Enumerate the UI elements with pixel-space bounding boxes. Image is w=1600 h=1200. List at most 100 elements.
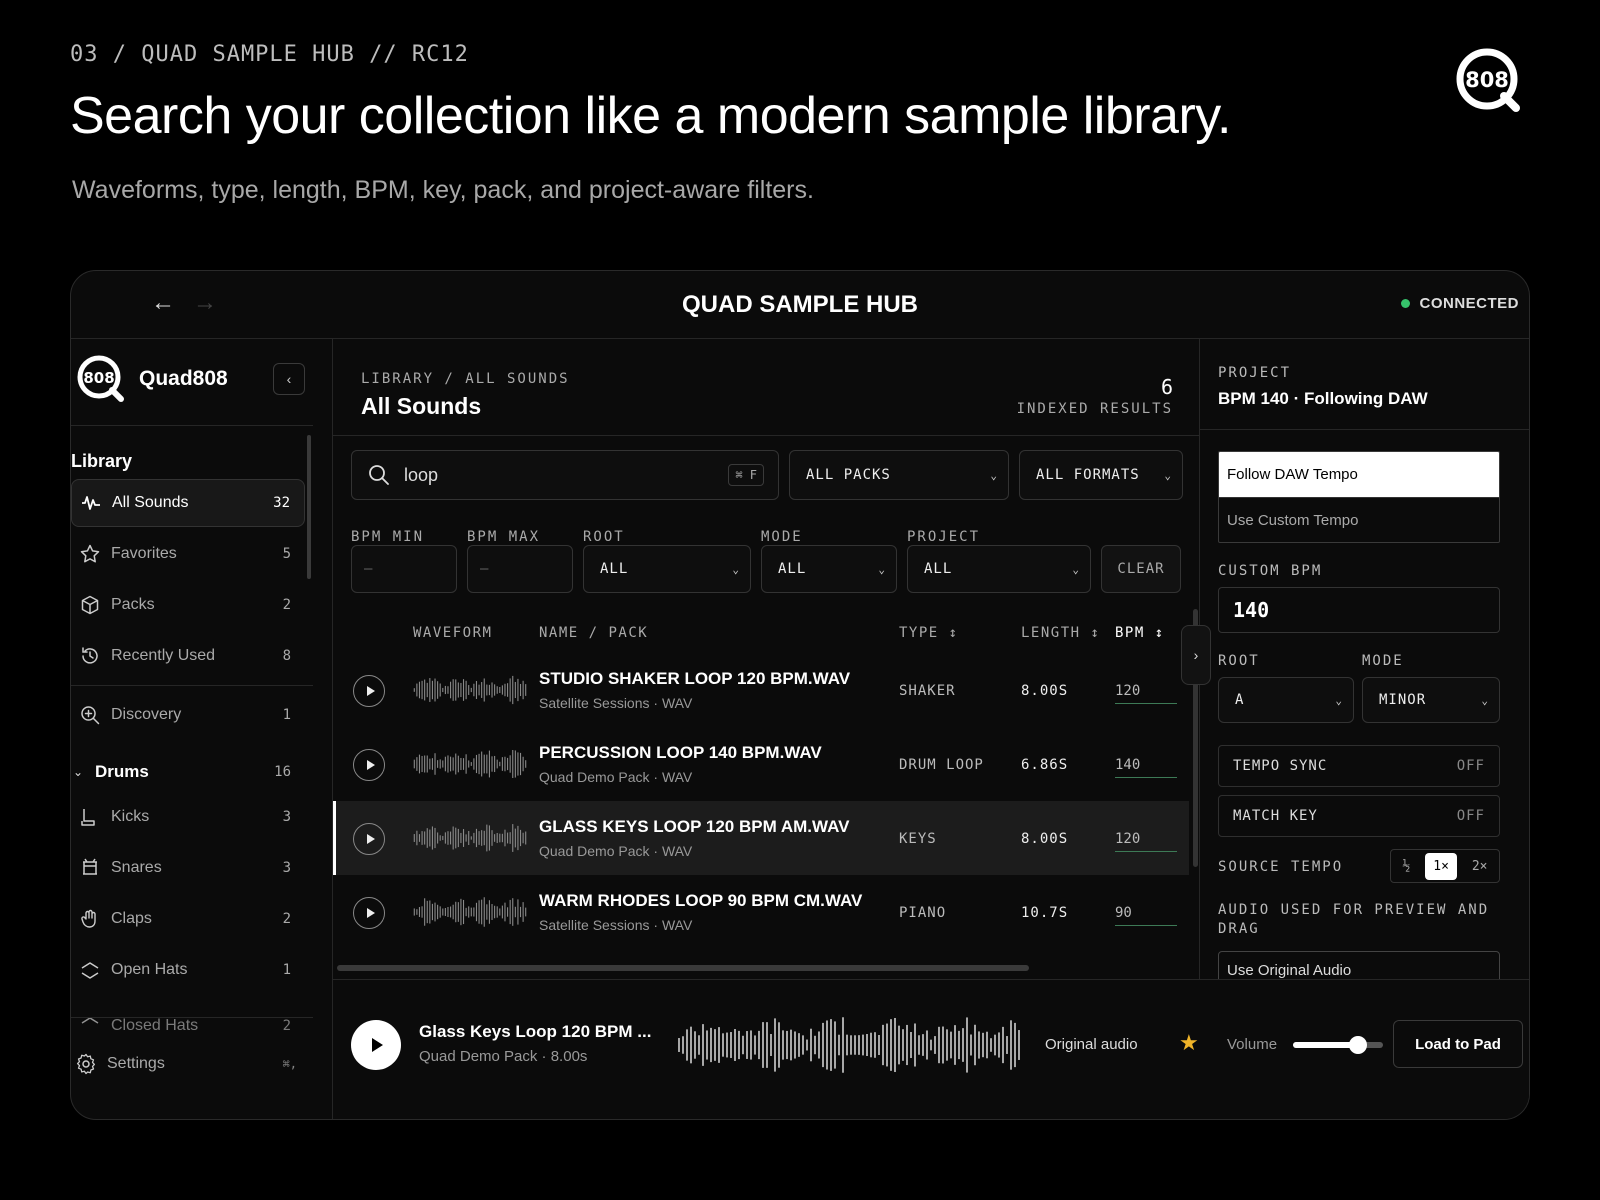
packs-select[interactable]: ALL PACKS ⌄ [789,450,1009,500]
closed-hat-icon [79,1012,101,1033]
settings-label: Settings [107,1055,165,1072]
follow-daw-tempo-option[interactable]: Follow DAW Tempo [1219,452,1499,497]
settings-button[interactable]: Settings ⌘, [75,1049,305,1079]
play-button[interactable] [353,675,385,707]
table-row-selected[interactable]: GLASS KEYS LOOP 120 BPM AM.WAV Quad Demo… [333,801,1189,875]
column-header-name: NAME / PACK [539,625,649,641]
key-mode-select[interactable]: MINOR ⌄ [1362,677,1500,723]
sidebar-item-count: 3 [282,809,291,825]
volume-knob[interactable] [1348,1036,1367,1054]
hand-icon [79,908,101,930]
open-hat-icon [79,959,101,981]
zoom-icon [79,704,101,726]
project-label: PROJECT [1218,365,1292,381]
collapse-sidebar-button[interactable]: ‹ [273,363,305,395]
project-select[interactable]: ALL ⌄ [907,545,1091,593]
sidebar-item-label: Open Hats [111,961,188,978]
custom-bpm-input[interactable]: 140 [1218,587,1500,633]
sidebar-item-count: 8 [282,648,291,664]
now-playing-subtitle: Quad Demo Pack · 8.00s [419,1048,588,1065]
waveform-thumbnail [413,897,527,927]
search-query: loop [404,464,439,485]
sidebar-group-drums[interactable]: ⌄ Drums 16 [71,757,305,787]
sidebar-scrollbar[interactable] [307,435,311,579]
formats-select[interactable]: ALL FORMATS ⌄ [1019,450,1183,500]
table-row[interactable]: STUDIO SHAKER LOOP 120 BPM.WAV Satellite… [333,653,1189,727]
sidebar-item-label: Packs [111,596,155,613]
sidebar-item-discovery[interactable]: Discovery 1 [71,691,305,739]
player-waveform[interactable] [677,1016,1021,1074]
results-panel: LIBRARY / ALL SOUNDS All Sounds 6 INDEXE… [333,339,1199,979]
player-play-button[interactable] [351,1020,401,1070]
key-root-value: A [1235,692,1245,708]
bpm-max-input[interactable]: — [467,545,573,593]
load-to-pad-button[interactable]: Load to Pad [1393,1020,1523,1068]
audio-preview-label: AUDIO USED FOR PREVIEW AND DRAG [1218,902,1490,937]
sidebar-item-kicks[interactable]: Kicks 3 [71,793,305,841]
sidebar-item-recently-used[interactable]: Recently Used 8 [71,632,305,680]
table-row[interactable]: WARM RHODES LOOP 90 BPM CM.WAV Satellite… [333,875,1189,949]
bpm-min-input[interactable]: — [351,545,457,593]
volume-slider[interactable] [1293,1036,1383,1054]
sample-bpm[interactable]: 90 [1115,905,1177,926]
inspector-toggle-button[interactable]: › [1181,625,1211,685]
speed-1x-option[interactable]: 1× [1425,852,1457,880]
play-button[interactable] [353,897,385,929]
sidebar-item-snares[interactable]: Snares 3 [71,844,305,892]
column-header-bpm[interactable]: BPM ↕ [1115,625,1165,641]
speed-2x-option[interactable]: 2× [1464,853,1496,880]
root-select[interactable]: ALL ⌄ [583,545,751,593]
history-icon [79,645,101,667]
sidebar-item-closed-hats[interactable]: Closed Hats 2 [71,997,305,1033]
sidebar-item-count: 5 [282,546,291,562]
chevron-down-icon: ⌄ [1072,562,1080,576]
custom-tempo-option[interactable]: Use Custom Tempo [1219,497,1499,542]
search-shortcut: ⌘ F [728,464,764,486]
sidebar-item-open-hats[interactable]: Open Hats 1 [71,946,305,994]
sidebar-item-label: Snares [111,859,162,876]
sample-bpm[interactable]: 140 [1115,757,1177,778]
search-input[interactable]: loop ⌘ F [351,450,779,500]
sidebar-brand: 808 Quad808 [77,355,228,403]
sidebar-item-count: 2 [282,1018,291,1033]
chevron-down-icon: ⌄ [732,562,740,576]
divider [71,425,313,426]
sidebar-item-label: Closed Hats [111,1017,199,1033]
sidebar-item-claps[interactable]: Claps 2 [71,895,305,943]
sample-pack: Quad Demo Pack · WAV [539,769,693,785]
mode-select[interactable]: ALL ⌄ [761,545,897,593]
sidebar-item-packs[interactable]: Packs 2 [71,581,305,629]
column-header-length[interactable]: LENGTH ↕ [1021,625,1100,641]
tempo-sync-toggle[interactable]: TEMPO SYNC OFF [1218,745,1500,787]
results-horizontal-scrollbar[interactable] [337,965,1029,971]
page-title: All Sounds [361,393,482,419]
match-key-toggle[interactable]: MATCH KEY OFF [1218,795,1500,837]
source-tempo-label: SOURCE TEMPO [1218,859,1344,875]
play-button[interactable] [353,823,385,855]
logo-text: 808 [1465,68,1509,92]
speed-half-option[interactable]: ½ [1394,853,1418,880]
table-row[interactable]: PERCUSSION LOOP 140 BPM.WAV Quad Demo Pa… [333,727,1189,801]
sample-name: STUDIO SHAKER LOOP 120 BPM.WAV [539,669,851,688]
key-root-select[interactable]: A ⌄ [1218,677,1354,723]
now-playing-bar: Glass Keys Loop 120 BPM ... Quad Demo Pa… [333,979,1529,1119]
sample-bpm[interactable]: 120 [1115,683,1177,704]
project-label: PROJECT [907,529,981,545]
eyebrow-label: 03 / QUAD SAMPLE HUB // RC12 [70,42,469,67]
key-mode-value: MINOR [1379,692,1427,708]
sample-pack: Satellite Sessions · WAV [539,695,693,711]
project-select-value: ALL [924,561,953,577]
column-header-type[interactable]: TYPE ↕ [899,625,959,641]
sidebar-item-count: 32 [273,495,290,511]
root-label: ROOT [583,529,625,545]
clear-filters-button[interactable]: CLEAR [1101,545,1181,593]
sample-bpm[interactable]: 120 [1115,831,1177,852]
waveform-thumbnail [413,749,527,779]
favorite-star-icon[interactable]: ★ [1179,1030,1199,1056]
play-button[interactable] [353,749,385,781]
sidebar-item-all-sounds[interactable]: All Sounds 32 [71,479,305,527]
app-window: ← → QUAD SAMPLE HUB CONNECTED 808 Quad80… [70,270,1530,1120]
sidebar: 808 Quad808 ‹ Library All Sounds 32 Favo… [71,339,333,1119]
mode-select-value: ALL [778,561,807,577]
sidebar-item-favorites[interactable]: Favorites 5 [71,530,305,578]
